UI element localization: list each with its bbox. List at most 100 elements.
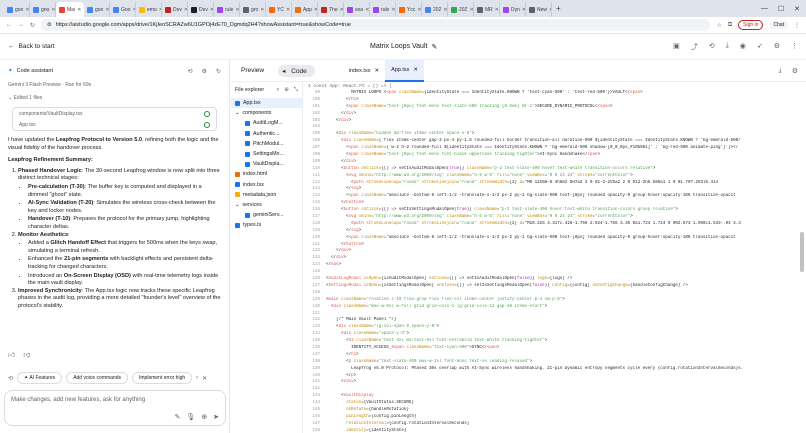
browser-tab[interactable]: goo ✕ [4,2,30,17]
back-to-start-button[interactable]: ← Back to start [8,43,55,50]
send-icon[interactable]: ➤ [213,413,219,421]
edit-pencil-icon[interactable]: ✎ [431,43,437,51]
file-tree-item[interactable]: index.tsx [231,180,302,190]
minimize-icon[interactable]: — [761,5,768,13]
file-tab[interactable]: App.tsx ✕ [385,59,425,82]
file-tree-item[interactable]: ⌄ components [231,108,302,118]
browser-tab[interactable]: goo ✕ [30,2,56,17]
search-icon[interactable]: ⌕ [276,87,279,94]
microphone-icon[interactable]: 🎙︎ [186,413,195,421]
editor-scrollbar[interactable] [800,232,804,272]
browser-tab[interactable]: App ✕ [292,2,318,17]
site-info-icon[interactable]: ⊜ [47,22,52,28]
edited-file-row[interactable]: App.tsx [13,119,216,130]
file-tree-item[interactable]: App.tsx [231,98,302,109]
file-tree-item[interactable]: ⌄ services [231,200,302,210]
thumbs-down-icon[interactable]: 👎︎ [23,350,30,359]
tab-close-icon[interactable]: ✕ [495,7,499,13]
tab-close-icon[interactable]: ✕ [235,7,239,13]
file-tree-item[interactable]: VaultDispla... [231,159,302,169]
file-tree-item[interactable]: Authentic... [231,129,302,139]
back-arrow-icon[interactable]: ← [6,22,12,28]
browser-tab[interactable]: rule ✕ [214,2,240,17]
browser-tab[interactable]: MR ✕ [474,2,500,17]
editor-settings-icon[interactable]: ⚙ [792,67,798,75]
suggestion-chip[interactable]: ✦ AI Features [17,372,63,384]
browser-menu-icon[interactable]: ⋮ [794,22,800,29]
bookmark-star-icon[interactable]: ☆ [716,22,721,29]
tab-close-icon[interactable]: ✕ [260,7,264,13]
tab-close-icon[interactable]: ✕ [25,7,29,13]
sign-in-button[interactable]: Sign in [738,20,764,30]
file-tree-item[interactable]: geminiServ... [231,210,302,220]
chips-close-icon[interactable]: ✕ [202,375,207,382]
file-tree-item[interactable]: types.ts [231,220,302,230]
history-icon[interactable]: ⟲ [709,42,715,52]
tab-close-icon[interactable]: ✕ [105,7,109,13]
browser-tab[interactable]: New✕ [526,2,552,17]
new-file-icon[interactable]: ⊕ [284,87,288,94]
share-icon[interactable]: ⤴ [691,42,698,52]
browser-tab[interactable]: sea ✕ [344,2,370,17]
github-icon[interactable]: ◉ [740,42,746,52]
browser-tab[interactable]: rule ✕ [370,2,396,17]
browser-tab[interactable]: 20Z ✕ [448,2,474,17]
browser-tab[interactable]: goo ✕ [84,2,110,17]
thumbs-up-icon[interactable]: 👍︎ [8,350,15,359]
prompt-input[interactable]: Make changes, add new features, ask for … [4,390,226,426]
tab-close-icon[interactable]: ✕ [51,7,55,13]
tab-close-icon[interactable]: ✕ [391,7,395,13]
edited-file-row[interactable]: components/VaultDisplay.tsx [13,108,216,119]
tab-close-icon[interactable]: ✕ [443,7,447,13]
code-editor[interactable]: 1 const App: React.FC = () => { 99 MATRI… [304,82,806,433]
history-icon[interactable]: ⟲ [188,68,193,75]
download-icon[interactable]: ⤓ [779,67,782,75]
refresh-icon[interactable]: ↻ [216,68,221,75]
attach-icon[interactable]: ✎ [174,413,180,421]
browser-tab[interactable]: Ycc ✕ [396,2,422,17]
chips-prev-icon[interactable]: ⟲ [8,375,13,382]
save-icon[interactable]: ▣ [673,42,680,52]
file-tab-close-icon[interactable]: ✕ [413,67,418,73]
preview-toggle[interactable]: Preview [237,65,268,76]
chips-next-icon[interactable]: › [196,375,198,381]
browser-tab[interactable]: YC ✕ [266,2,292,17]
close-window-icon[interactable]: ✕ [794,5,800,13]
browser-tab[interactable]: Mai ✕ [56,2,84,17]
settings-gear-icon[interactable]: ⚙ [774,42,780,52]
browser-tab[interactable]: gro ✕ [240,2,266,17]
browser-tab[interactable]: Dev ✕ [188,2,214,17]
reload-icon[interactable]: ↻ [30,22,35,29]
assistant-settings-icon[interactable]: ⚙ [202,68,207,75]
tab-close-icon[interactable]: ✕ [286,7,290,13]
deploy-rocket-icon[interactable]: ➶ [757,42,763,52]
edited-files-toggle[interactable]: ⌄ Edited 1 files [0,92,229,104]
forward-arrow-icon[interactable]: → [18,22,24,28]
tab-close-icon[interactable]: ✕ [417,7,421,13]
add-icon[interactable]: ⊕ [201,413,207,421]
tab-close-icon[interactable]: ✕ [77,7,81,13]
browser-tab[interactable]: Dov ✕ [162,2,188,17]
suggestion-chip[interactable]: Add voice commands [66,372,128,384]
file-tree-item[interactable]: index.html [231,169,302,179]
tab-close-icon[interactable]: ✕ [365,7,369,13]
browser-tab[interactable]: The ✕ [318,2,344,17]
collapse-icon[interactable]: ⤡ [294,87,298,94]
file-tree-item[interactable]: SettingsMo... [231,149,302,159]
file-tree-item[interactable]: metadata.json [231,190,302,200]
code-toggle[interactable]: ◂ Code [278,64,315,77]
maximize-icon[interactable]: ☐ [778,5,784,13]
file-tab-close-icon[interactable]: ✕ [374,68,379,74]
browser-tab[interactable]: emo✕ [136,2,162,17]
file-tree-item[interactable]: AuditLogM... [231,118,302,128]
more-menu-icon[interactable]: ⋮ [791,42,798,52]
browser-tab[interactable]: 202 ✕ [422,2,448,17]
file-tree-item[interactable]: PitchModul... [231,139,302,149]
download-icon[interactable]: ⤓ [726,42,729,52]
browser-tab[interactable]: Dyn ✕ [500,2,526,17]
browser-tab[interactable]: Goo✕ [110,2,136,17]
new-tab-icon[interactable]: + [552,4,565,13]
extensions-icon[interactable]: ⧉ [728,22,732,29]
url-field[interactable]: ⊜ https://aistudio.google.com/apps/drive… [41,19,711,31]
chat-button[interactable]: Chat [769,21,788,29]
